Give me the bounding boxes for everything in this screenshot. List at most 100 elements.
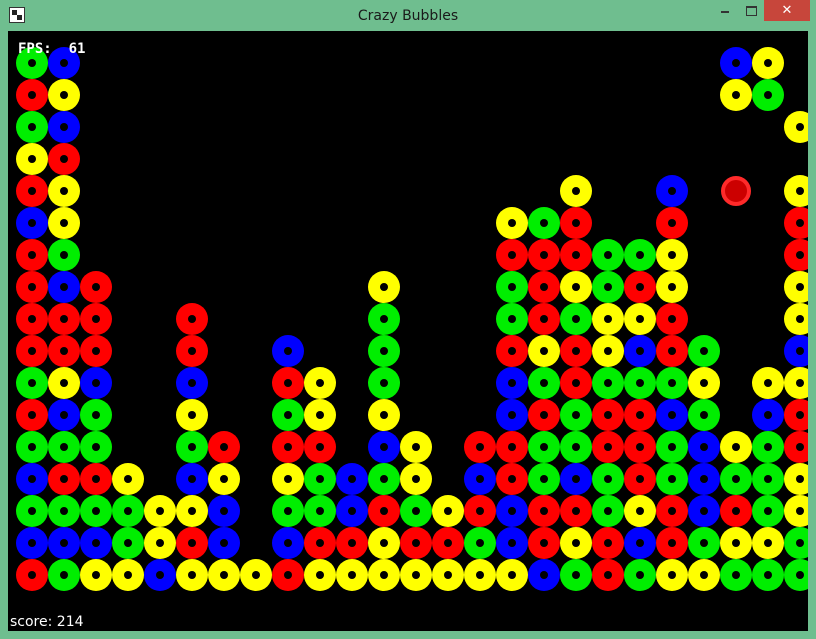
bubble-red[interactable]: [272, 431, 304, 463]
bubble-yellow[interactable]: [464, 559, 496, 591]
bubble-yellow[interactable]: [48, 207, 80, 239]
close-button[interactable]: ✕: [764, 0, 810, 21]
bubble-blue[interactable]: [336, 463, 368, 495]
bubble-yellow[interactable]: [144, 495, 176, 527]
bubble-green[interactable]: [176, 431, 208, 463]
bubble-green[interactable]: [304, 495, 336, 527]
bubble-green[interactable]: [304, 463, 336, 495]
bubble-green[interactable]: [656, 463, 688, 495]
bubble-blue[interactable]: [688, 431, 720, 463]
bubble-red[interactable]: [560, 239, 592, 271]
bubble-green[interactable]: [656, 431, 688, 463]
bubble-yellow[interactable]: [784, 367, 808, 399]
bubble-green[interactable]: [496, 271, 528, 303]
bubble-blue[interactable]: [496, 527, 528, 559]
bubble-yellow[interactable]: [592, 335, 624, 367]
bubble-yellow[interactable]: [368, 527, 400, 559]
bubble-red[interactable]: [496, 335, 528, 367]
bubble-blue[interactable]: [720, 47, 752, 79]
bubble-yellow[interactable]: [656, 271, 688, 303]
bubble-red[interactable]: [528, 527, 560, 559]
bubble-yellow[interactable]: [496, 207, 528, 239]
bubble-green[interactable]: [16, 111, 48, 143]
bubble-green[interactable]: [560, 303, 592, 335]
bubble-green[interactable]: [560, 431, 592, 463]
bubble-green[interactable]: [592, 271, 624, 303]
bubble-green[interactable]: [688, 335, 720, 367]
bubble-green[interactable]: [624, 239, 656, 271]
bubble-yellow[interactable]: [48, 79, 80, 111]
bubble-green[interactable]: [16, 495, 48, 527]
bubble-green[interactable]: [368, 367, 400, 399]
bubble-green[interactable]: [720, 463, 752, 495]
bubble-red[interactable]: [528, 239, 560, 271]
bubble-yellow[interactable]: [400, 463, 432, 495]
bubble-blue[interactable]: [336, 495, 368, 527]
bubble-red[interactable]: [592, 399, 624, 431]
bubble-blue[interactable]: [48, 111, 80, 143]
bubble-red[interactable]: [48, 303, 80, 335]
bubble-yellow[interactable]: [400, 559, 432, 591]
bubble-yellow[interactable]: [784, 111, 808, 143]
bubble-yellow[interactable]: [624, 495, 656, 527]
bubble-yellow[interactable]: [16, 143, 48, 175]
bubble-yellow[interactable]: [304, 367, 336, 399]
bubble-blue[interactable]: [752, 399, 784, 431]
bubble-green[interactable]: [656, 367, 688, 399]
bubble-yellow[interactable]: [144, 527, 176, 559]
bubble-yellow[interactable]: [720, 431, 752, 463]
bubble-red[interactable]: [208, 431, 240, 463]
bubble-red[interactable]: [48, 335, 80, 367]
bubble-yellow[interactable]: [496, 559, 528, 591]
bubble-red[interactable]: [560, 207, 592, 239]
bubble-yellow[interactable]: [720, 79, 752, 111]
bubble-red[interactable]: [560, 495, 592, 527]
bubble-green[interactable]: [624, 559, 656, 591]
bubble-green[interactable]: [784, 527, 808, 559]
bubble-red[interactable]: [16, 399, 48, 431]
bubble-yellow[interactable]: [784, 303, 808, 335]
bubble-red[interactable]: [528, 495, 560, 527]
bubble-blue[interactable]: [272, 335, 304, 367]
bubble-red[interactable]: [528, 303, 560, 335]
bubble-red[interactable]: [80, 463, 112, 495]
bubble-red[interactable]: [528, 399, 560, 431]
bubble-red[interactable]: [624, 399, 656, 431]
bubble-red[interactable]: [496, 431, 528, 463]
bubble-yellow[interactable]: [80, 559, 112, 591]
bubble-red[interactable]: [432, 527, 464, 559]
bubble-yellow[interactable]: [400, 431, 432, 463]
bubble-green[interactable]: [592, 495, 624, 527]
bubble-green[interactable]: [16, 431, 48, 463]
bubble-red[interactable]: [16, 271, 48, 303]
bubble-red[interactable]: [656, 207, 688, 239]
bubble-yellow[interactable]: [752, 527, 784, 559]
bubble-yellow[interactable]: [560, 527, 592, 559]
bubble-red[interactable]: [528, 271, 560, 303]
bubble-red[interactable]: [592, 431, 624, 463]
bubble-green[interactable]: [592, 239, 624, 271]
bubble-red[interactable]: [176, 335, 208, 367]
bubble-yellow[interactable]: [176, 495, 208, 527]
bubble-red[interactable]: [496, 463, 528, 495]
bubble-red[interactable]: [624, 271, 656, 303]
bubble-yellow[interactable]: [368, 399, 400, 431]
bubble-red[interactable]: [592, 527, 624, 559]
maximize-button[interactable]: [738, 0, 764, 21]
bubble-blue[interactable]: [688, 495, 720, 527]
bubble-yellow[interactable]: [560, 271, 592, 303]
bubble-green[interactable]: [528, 431, 560, 463]
bubble-green[interactable]: [688, 399, 720, 431]
bubble-blue[interactable]: [784, 335, 808, 367]
bubble-blue[interactable]: [80, 527, 112, 559]
bubble-red[interactable]: [304, 431, 336, 463]
bubble-yellow[interactable]: [272, 463, 304, 495]
bubble-green[interactable]: [80, 495, 112, 527]
bubble-green[interactable]: [112, 527, 144, 559]
bubble-red[interactable]: [784, 399, 808, 431]
bubble-green[interactable]: [592, 367, 624, 399]
bubble-yellow[interactable]: [48, 175, 80, 207]
bubble-green[interactable]: [528, 463, 560, 495]
bubble-red[interactable]: [48, 463, 80, 495]
bubble-red[interactable]: [656, 527, 688, 559]
